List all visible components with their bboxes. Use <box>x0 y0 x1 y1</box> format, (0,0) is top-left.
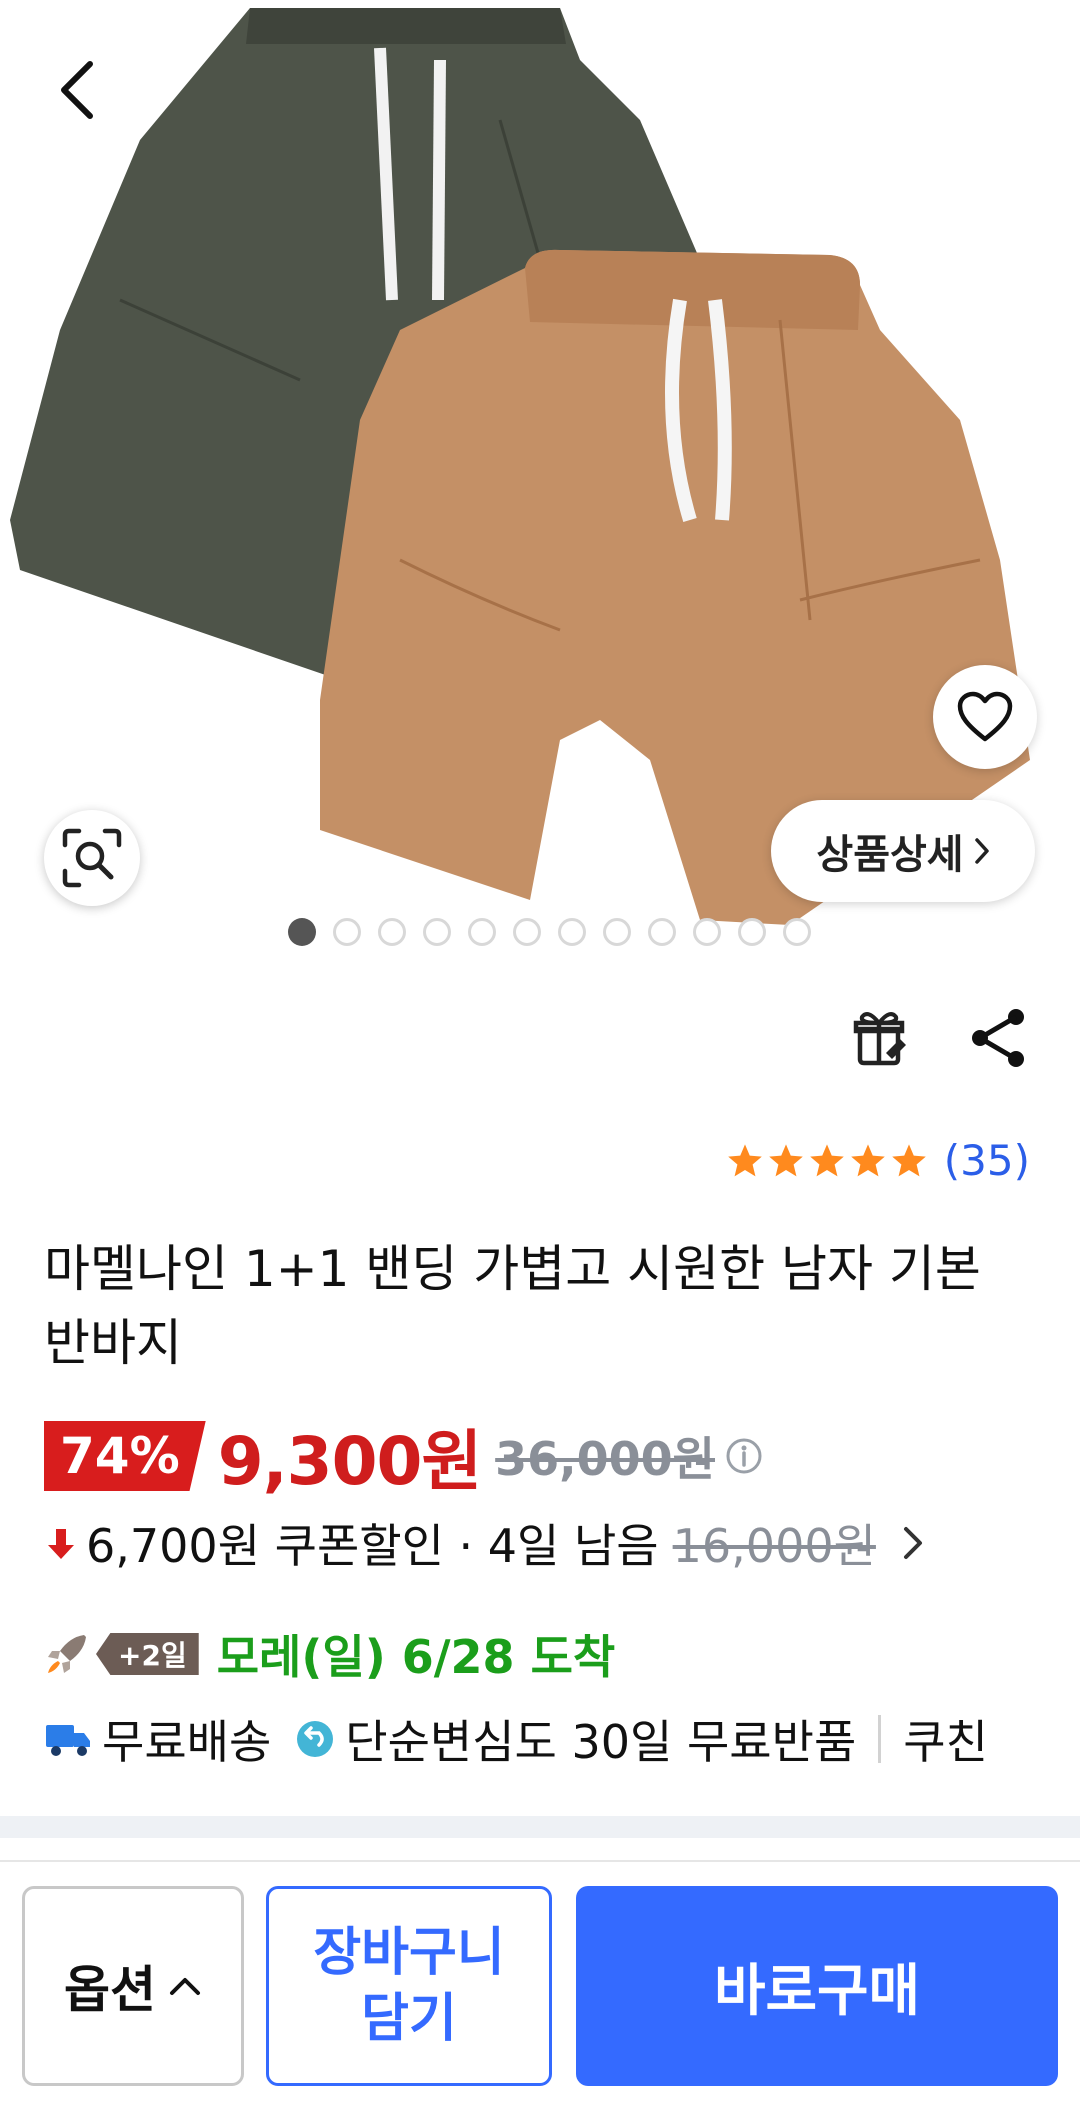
buy-now-label: 바로구매 <box>713 1958 921 2024</box>
star-icon <box>727 1143 762 1176</box>
chevron-left-icon <box>61 61 93 119</box>
rocket-icon <box>48 1635 86 1673</box>
share-button[interactable] <box>966 1005 1032 1071</box>
product-detail-button[interactable]: 상품상세 <box>771 800 1035 902</box>
coupang-cash-label: 쿠친 <box>903 1715 988 1769</box>
arrival-date: 모레(일) 6/28 도착 <box>216 1630 616 1684</box>
carousel-dot[interactable] <box>512 918 541 946</box>
carousel-dot[interactable] <box>737 918 766 946</box>
option-button[interactable]: 옵션 <box>22 1886 244 2086</box>
back-button[interactable] <box>46 52 106 128</box>
coupon-text: 6,700원 쿠폰할인 · 4일 남음 <box>86 1519 659 1573</box>
delivery-row: +2일 모레(일) 6/28 도착 <box>44 1622 615 1686</box>
return-icon <box>297 1721 334 1757</box>
star-icon <box>850 1143 885 1176</box>
carousel-dot[interactable] <box>647 918 676 946</box>
discount-badge: 74% <box>44 1421 206 1491</box>
carousel-dot[interactable] <box>692 918 721 946</box>
product-detail-label: 상품상세 <box>816 832 964 878</box>
add-to-cart-button[interactable]: 장바구니 담기 <box>266 1886 552 2086</box>
benefit-row: 무료배송 단순변심도 30일 무료반품 쿠친 <box>44 1706 988 1772</box>
arrow-down-icon <box>48 1529 74 1559</box>
buy-now-button[interactable]: 바로구매 <box>576 1886 1058 2086</box>
carousel-dot[interactable] <box>422 918 451 946</box>
option-label: 옵션 <box>64 1961 156 2019</box>
star-icon <box>809 1143 844 1176</box>
chevron-right-icon <box>903 1527 922 1559</box>
carousel-dot[interactable] <box>557 918 586 946</box>
carousel-indicator <box>0 918 1080 946</box>
carousel-dot[interactable] <box>467 918 496 946</box>
delivery-delay-badge: +2일 <box>96 1633 199 1675</box>
carousel-dot[interactable] <box>377 918 406 946</box>
carousel-dot[interactable] <box>602 918 631 946</box>
chevron-right-icon <box>974 838 989 864</box>
lens-search-icon <box>62 828 122 888</box>
star-rating <box>726 1142 928 1180</box>
coupon-row[interactable]: 6,700원 쿠폰할인 · 4일 남음 16,000원 <box>44 1512 926 1574</box>
rating-summary[interactable]: (35) <box>726 1136 1030 1185</box>
cart-label-line2: 담기 <box>361 1989 457 2049</box>
original-price: 36,000원 <box>495 1432 716 1486</box>
chevron-up-icon <box>170 1978 200 1995</box>
divider <box>878 1715 882 1763</box>
heart-icon <box>957 691 1013 742</box>
gift-icon <box>853 1012 906 1066</box>
review-count[interactable]: (35) <box>944 1136 1030 1185</box>
cart-label-line1: 장바구니 <box>313 1923 505 1983</box>
product-image-carousel[interactable]: 상품상세 <box>0 0 1080 960</box>
image-search-button[interactable] <box>44 810 140 906</box>
product-title: 마멜나인 1+1 밴딩 가볍고 시원한 남자 기본 반바지 <box>44 1240 981 1372</box>
star-icon <box>768 1143 803 1176</box>
free-shipping-label: 무료배송 <box>102 1715 272 1769</box>
share-icon <box>972 1009 1024 1067</box>
carousel-dot[interactable] <box>287 918 316 946</box>
truck-icon <box>46 1725 90 1756</box>
section-divider <box>0 1816 1080 1838</box>
carousel-dot[interactable] <box>782 918 811 946</box>
sale-price: 9,300원 <box>217 1423 482 1500</box>
carousel-dot[interactable] <box>332 918 361 946</box>
bottom-action-bar: 옵션 장바구니 담기 바로구매 <box>0 1862 1080 2112</box>
wishlist-button[interactable] <box>933 665 1037 769</box>
info-icon[interactable] <box>725 1437 763 1475</box>
free-return-label: 단순변심도 30일 무료반품 <box>345 1715 857 1769</box>
gift-button[interactable] <box>846 1005 912 1071</box>
star-icon <box>891 1143 926 1176</box>
price-row: 74% 9,300원 36,000원 <box>44 1420 763 1500</box>
coupon-strike-price: 16,000원 <box>672 1519 876 1573</box>
